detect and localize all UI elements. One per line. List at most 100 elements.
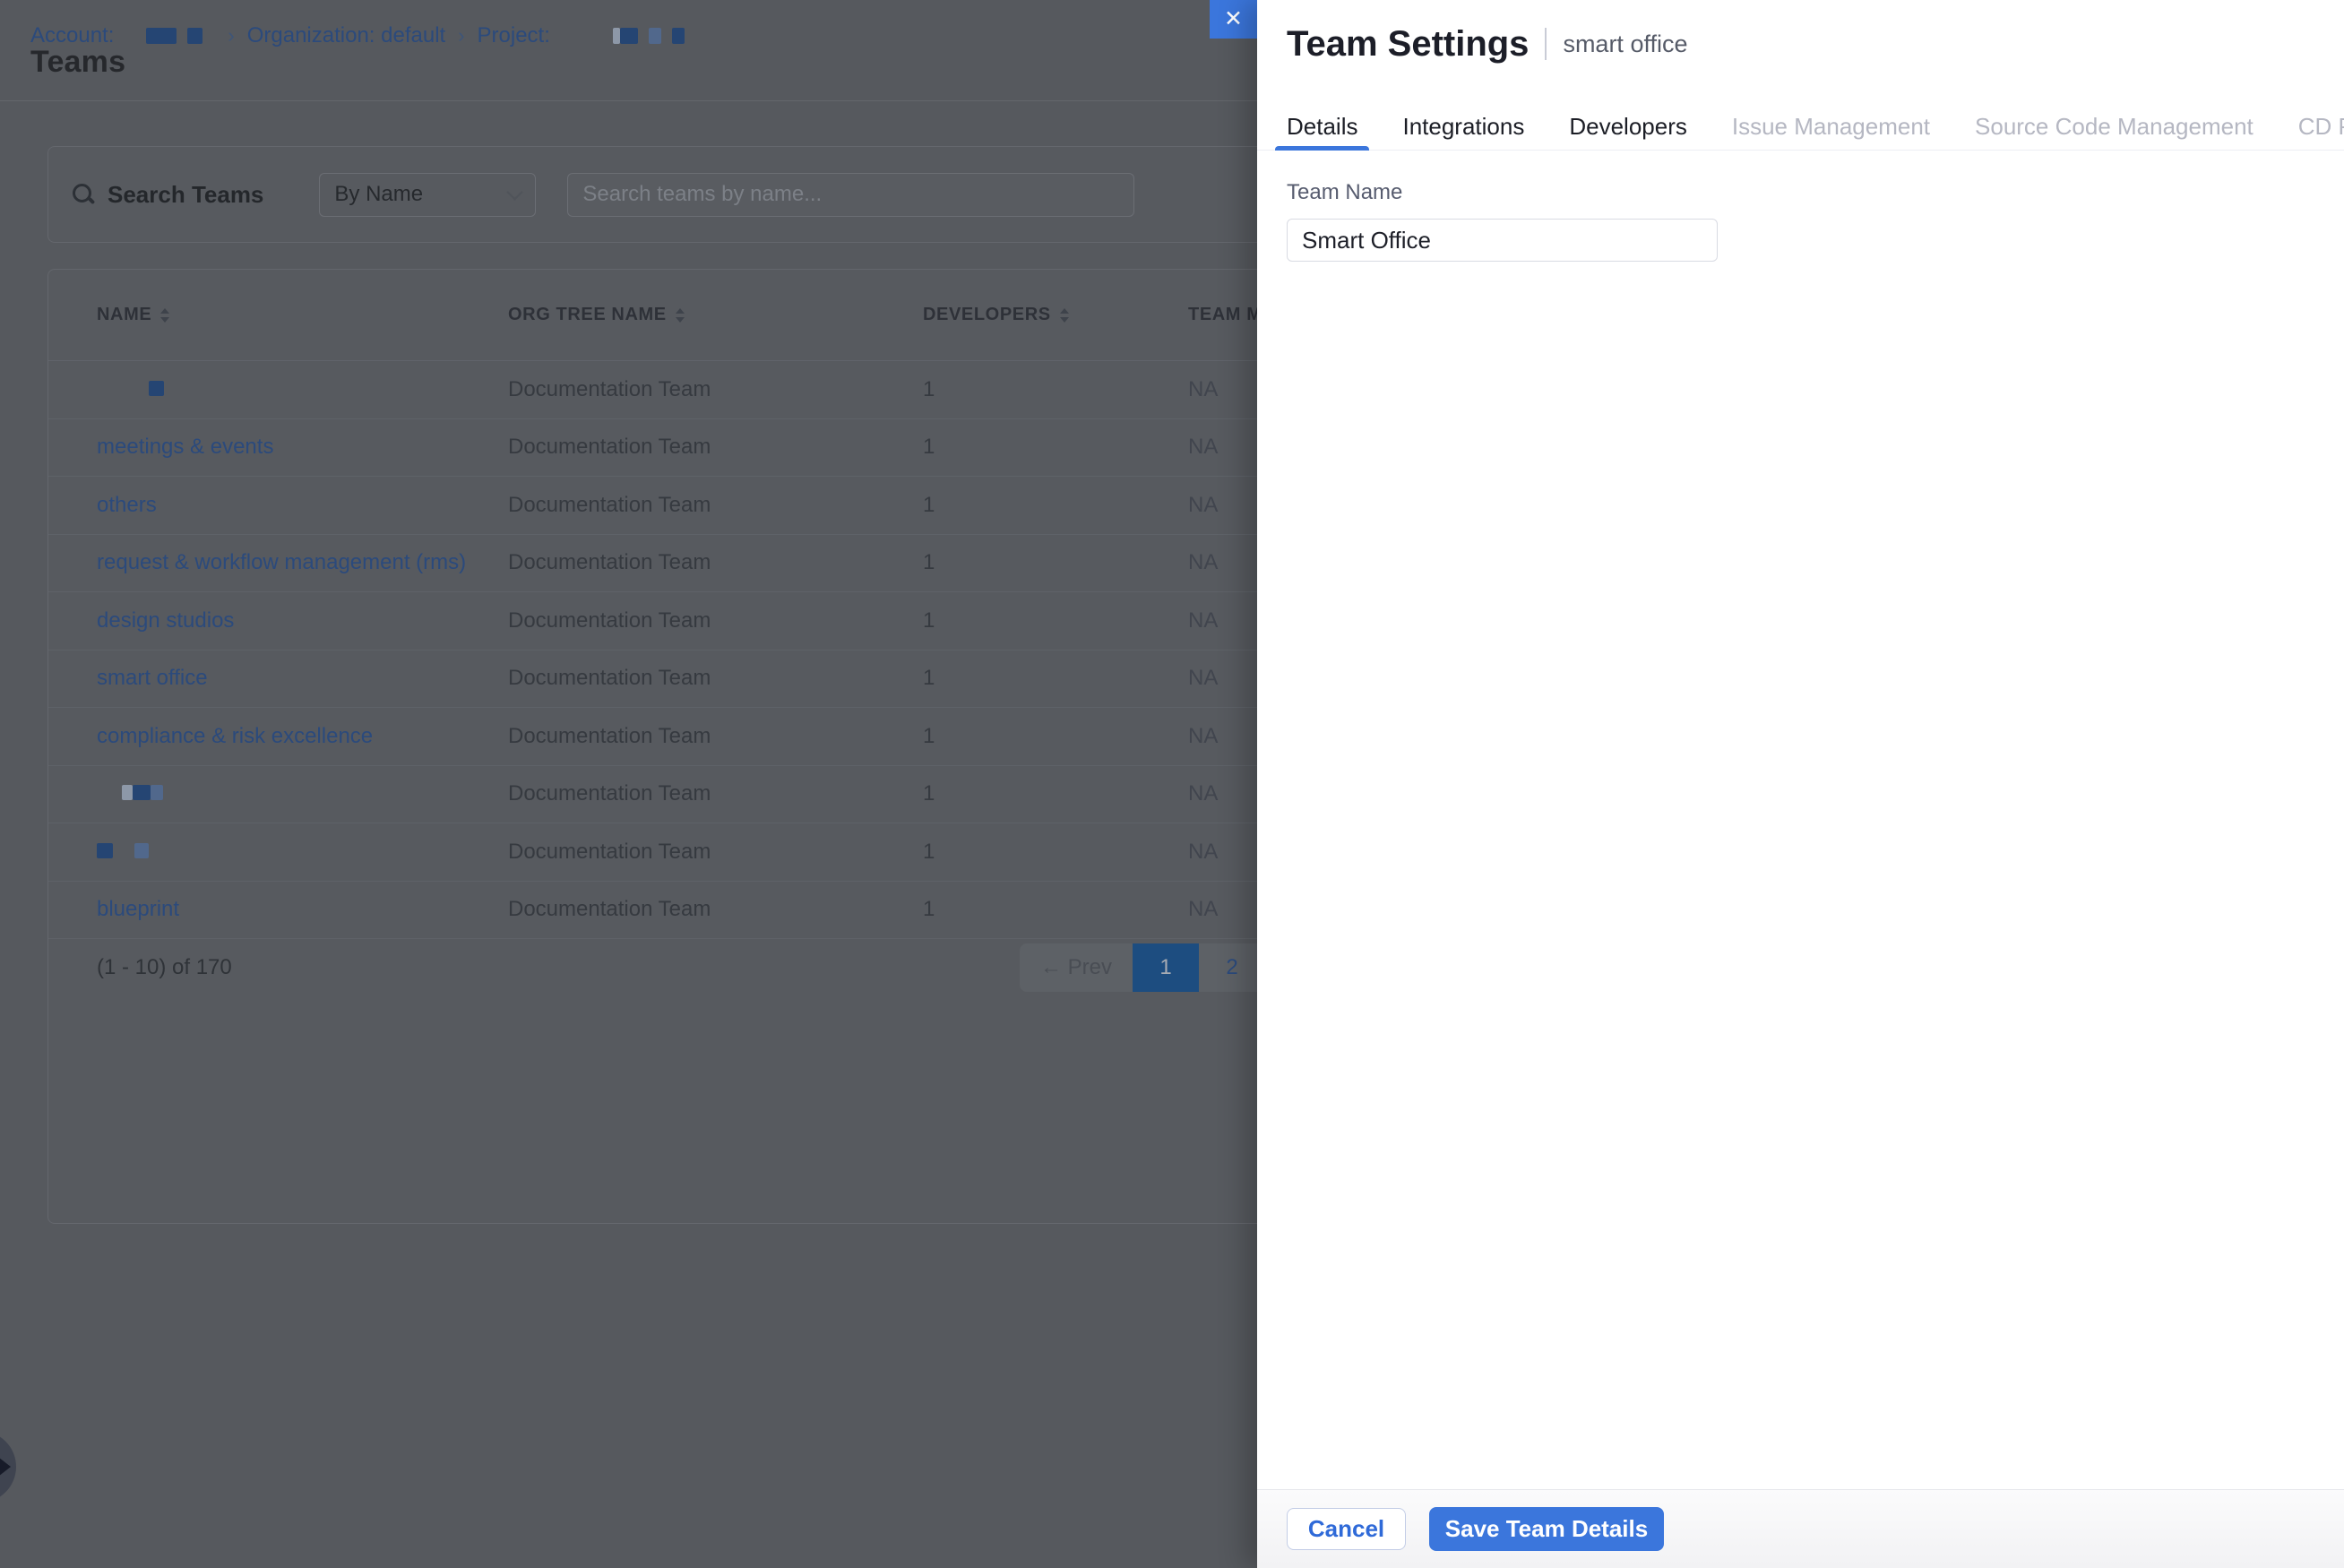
expand-arrow-icon — [0, 1457, 11, 1477]
redaction-block — [620, 28, 638, 44]
column-header-label: DEVELOPERS — [923, 305, 1051, 325]
redaction-blocks — [97, 381, 164, 396]
tab-developers[interactable]: Developers — [1557, 106, 1699, 151]
org-tree-name-cell: Documentation Team — [508, 608, 923, 633]
team-settings-panel: Team Settings smart office Details Integr… — [1257, 0, 2344, 1568]
org-tree-name-cell: Documentation Team — [508, 840, 923, 865]
app-root: Account: › Organization: default › Proje… — [0, 0, 2344, 1568]
breadcrumb-separator-icon: › — [228, 24, 234, 47]
tab-integrations[interactable]: Integrations — [1391, 106, 1536, 151]
developers-cell: 1 — [923, 897, 1188, 922]
team-name-input[interactable] — [1287, 219, 1718, 262]
team-link-smart-office[interactable]: smart office — [97, 666, 208, 690]
team-name-cell: compliance & risk excellence — [48, 724, 508, 749]
team-name-label: Team Name — [1287, 180, 1718, 205]
team-link-design-studios[interactable]: design studios — [97, 608, 234, 633]
team-link-meetings-events[interactable]: meetings & events — [97, 435, 273, 459]
sort-icon[interactable] — [676, 308, 685, 323]
developers-cell: 1 — [923, 493, 1188, 518]
filter-select-value: By Name — [334, 182, 423, 207]
team-name-cell: meetings & events — [48, 435, 508, 460]
page-button-1[interactable]: 1 — [1133, 943, 1199, 992]
tab-issue-management: Issue Management — [1720, 106, 1942, 151]
chevron-down-icon — [507, 184, 523, 200]
org-tree-name-cell: Documentation Team — [508, 781, 923, 806]
redacted-team-name — [48, 781, 508, 806]
redacted-team-name — [48, 840, 508, 865]
pagination-range: (1 - 10) of 170 — [97, 943, 232, 992]
column-header-label: ORG TREE NAME — [508, 305, 667, 325]
org-tree-name-cell: Documentation Team — [508, 666, 923, 691]
sort-down-icon — [676, 317, 685, 323]
column-header-label: NAME — [97, 305, 151, 325]
redaction-blocks — [97, 843, 149, 858]
sort-up-icon — [1060, 308, 1069, 314]
redaction-block — [151, 785, 163, 800]
redaction-block — [134, 843, 149, 858]
sort-up-icon — [676, 308, 685, 314]
org-tree-name-cell: Documentation Team — [508, 897, 923, 922]
column-header-name[interactable]: NAME — [48, 305, 508, 325]
org-tree-name-cell: Documentation Team — [508, 493, 923, 518]
team-link-others[interactable]: others — [97, 493, 157, 517]
sort-icon[interactable] — [160, 308, 169, 323]
search-filter-select[interactable]: By Name — [319, 173, 536, 217]
panel-tabs: Details Integrations Developers Issue Manag… — [1257, 106, 2344, 151]
save-team-details-button[interactable]: Save Team Details — [1429, 1507, 1664, 1551]
tab-details[interactable]: Details — [1275, 106, 1369, 151]
page-title: Teams — [30, 45, 125, 80]
team-name-cell: others — [48, 493, 508, 518]
developers-cell: 1 — [923, 377, 1188, 402]
team-link-request-workflow-management-rms[interactable]: request & workflow management (rms) — [97, 550, 466, 574]
prev-page-button[interactable]: ← Prev — [1020, 943, 1133, 992]
redaction-block — [672, 28, 685, 44]
details-tab-content: Team Name — [1287, 151, 1718, 262]
developers-cell: 1 — [923, 724, 1188, 749]
sort-down-icon — [1060, 317, 1069, 323]
team-name-cell: request & workflow management (rms) — [48, 550, 508, 575]
redaction-block — [97, 843, 113, 858]
team-name-cell: blueprint — [48, 897, 508, 922]
developers-cell: 1 — [923, 666, 1188, 691]
breadcrumb: Account: › Organization: default › Proje… — [30, 23, 685, 48]
sort-up-icon — [160, 308, 169, 314]
redaction-block — [649, 28, 661, 44]
developers-cell: 1 — [923, 550, 1188, 575]
search-input[interactable] — [567, 173, 1134, 217]
search-icon — [72, 182, 97, 207]
developers-cell: 1 — [923, 781, 1188, 806]
close-panel-button[interactable]: ✕ — [1210, 0, 1257, 39]
page-button-2[interactable]: 2 — [1199, 943, 1265, 992]
org-tree-name-cell: Documentation Team — [508, 377, 923, 402]
team-link-compliance-risk-excellence[interactable]: compliance & risk excellence — [97, 724, 373, 748]
redaction-block — [149, 381, 164, 396]
tab-source-code-management: Source Code Management — [1963, 106, 2265, 151]
redaction-block — [613, 28, 620, 44]
title-divider — [1545, 28, 1547, 60]
sort-icon[interactable] — [1060, 308, 1069, 323]
redaction-block — [187, 28, 203, 44]
developers-cell: 1 — [923, 840, 1188, 865]
panel-title: Team Settings — [1287, 24, 1529, 65]
column-header-org-tree-name[interactable]: ORG TREE NAME — [508, 305, 923, 325]
developers-cell: 1 — [923, 608, 1188, 633]
breadcrumb-project-link[interactable]: Project: — [478, 23, 550, 48]
org-tree-name-cell: Documentation Team — [508, 550, 923, 575]
collapsed-sidebar-toggle[interactable] — [0, 1431, 16, 1503]
breadcrumb-separator-icon: › — [458, 24, 464, 47]
search-teams-label: Search Teams — [108, 181, 263, 209]
team-link-blueprint[interactable]: blueprint — [97, 897, 179, 921]
tab-cd-pipelines: CD Pipelines — [2287, 106, 2344, 151]
org-tree-name-cell: Documentation Team — [508, 435, 923, 460]
team-name-cell: design studios — [48, 608, 508, 633]
redaction-blocks — [97, 785, 163, 800]
breadcrumb-organization-link[interactable]: Organization: default — [247, 23, 445, 48]
column-header-developers[interactable]: DEVELOPERS — [923, 305, 1188, 325]
sort-down-icon — [160, 317, 169, 323]
redacted-project-name — [613, 28, 685, 44]
redaction-block — [133, 785, 151, 800]
org-tree-name-cell: Documentation Team — [508, 724, 923, 749]
redaction-block — [122, 785, 133, 800]
cancel-button[interactable]: Cancel — [1287, 1508, 1406, 1550]
panel-subtitle: smart office — [1563, 30, 1687, 58]
